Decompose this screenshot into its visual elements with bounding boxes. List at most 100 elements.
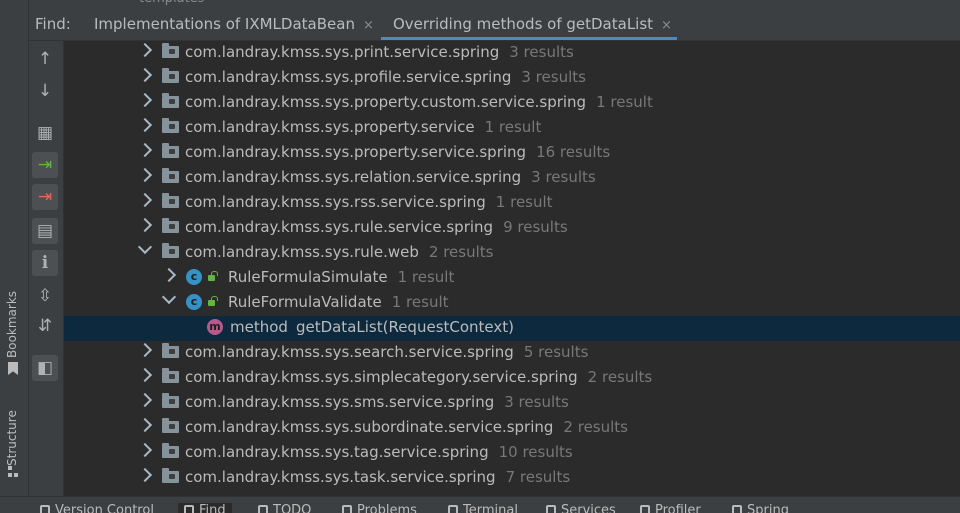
chevron-right-icon[interactable]: [137, 467, 153, 483]
method-icon: m: [207, 319, 223, 335]
info-button[interactable]: i: [32, 250, 58, 276]
package-row[interactable]: com.landray.kmss.sys.rss.service.spring 1…: [64, 191, 960, 216]
bookmark-icon[interactable]: [8, 362, 18, 375]
public-lock-icon: [208, 271, 218, 281]
chevron-right-icon[interactable]: [137, 142, 153, 158]
package-folder-icon: [162, 93, 179, 108]
chevron-right-icon[interactable]: [161, 267, 177, 283]
chevron-right-icon[interactable]: [137, 392, 153, 408]
left-tool-strip: Bookmarks Structure: [0, 0, 29, 496]
package-folder-icon: [162, 68, 179, 83]
find-label: Find:: [35, 15, 71, 33]
result-count: 2 results: [428, 243, 494, 261]
tree-item-label: com.landray.kmss.sys.property.service.sp…: [185, 143, 611, 161]
package-row[interactable]: com.landray.kmss.sys.rule.service.spring…: [64, 216, 960, 241]
result-count: 3 results: [531, 168, 596, 186]
package-row[interactable]: com.landray.kmss.sys.print.service.sprin…: [64, 41, 960, 66]
package-folder-icon: [162, 468, 179, 483]
package-folder-icon: [162, 243, 179, 258]
tree-item-label: RuleFormulaValidate 1 result: [228, 293, 449, 311]
navigate-out-button[interactable]: ⇥: [32, 184, 58, 210]
tree-item-label: com.landray.kmss.sys.relation.service.sp…: [185, 168, 596, 186]
package-folder-icon: [162, 393, 179, 408]
close-icon[interactable]: ×: [661, 18, 672, 33]
tree-item-label: com.landray.kmss.sys.profile.service.spr…: [185, 68, 586, 86]
public-lock-icon: [208, 296, 218, 306]
package-row[interactable]: com.landray.kmss.sys.tag.service.spring 1…: [64, 441, 960, 466]
chevron-right-icon[interactable]: [137, 117, 153, 133]
result-count: 2 results: [587, 368, 653, 386]
chevron-right-icon[interactable]: [137, 342, 153, 358]
chevron-down-icon[interactable]: [161, 289, 177, 305]
package-row[interactable]: com.landray.kmss.sys.property.service 1 r…: [64, 116, 960, 141]
editor-remnant: templates: [29, 0, 960, 8]
package-row[interactable]: com.landray.kmss.sys.property.service.sp…: [64, 141, 960, 166]
next-occurrence-button[interactable]: ↓: [32, 78, 58, 104]
package-row[interactable]: com.landray.kmss.sys.sms.service.spring 3…: [64, 391, 960, 416]
package-row[interactable]: com.landray.kmss.sys.property.custom.ser…: [64, 91, 960, 116]
class-row[interactable]: c RuleFormulaSimulate 1 result: [64, 266, 960, 291]
bottom-tool-bar: Version Control Find TODO Problems Terminal S…: [0, 496, 960, 513]
package-row[interactable]: com.landray.kmss.sys.rule.web 2 results: [64, 239, 960, 266]
result-count: 3 results: [504, 393, 569, 411]
chevron-right-icon[interactable]: [137, 167, 153, 183]
chevron-right-icon[interactable]: [137, 442, 153, 458]
tree-item-label: com.landray.kmss.sys.task.service.spring…: [185, 468, 571, 486]
expand-all-button[interactable]: ⇳: [32, 283, 58, 309]
tree-item-label: com.landray.kmss.sys.property.custom.ser…: [185, 93, 653, 111]
package-row[interactable]: com.landray.kmss.sys.profile.service.spr…: [64, 66, 960, 91]
result-count: 2 results: [563, 418, 628, 436]
project-tree-fragment: templates: [139, 0, 204, 6]
find-toolwindow-header: Find: Implementations of IXMLDataBean × O…: [29, 8, 960, 41]
folder-settings-icon: ▤: [36, 221, 54, 241]
tree-item-label: com.landray.kmss.sys.property.service 1 r…: [185, 118, 542, 136]
package-row[interactable]: com.landray.kmss.sys.subordinate.service…: [64, 416, 960, 441]
package-row[interactable]: com.landray.kmss.sys.search.service.spri…: [64, 341, 960, 366]
package-row[interactable]: com.landray.kmss.sys.relation.service.sp…: [64, 166, 960, 191]
method-row[interactable]: m method getDataList(RequestContext): [64, 316, 960, 341]
collapse-all-button[interactable]: ⇵: [32, 313, 58, 339]
group-icon: ▦: [36, 123, 54, 143]
tree-item-label: com.landray.kmss.sys.rss.service.spring 1…: [185, 193, 553, 211]
package-folder-icon: [162, 443, 179, 458]
navigate-in-button[interactable]: ⇥: [32, 152, 58, 178]
bookmarks-tool-tab[interactable]: Bookmarks: [5, 286, 19, 358]
chevron-right-icon[interactable]: [137, 42, 153, 58]
preview-button[interactable]: ◧: [32, 355, 58, 381]
result-count: 10 results: [498, 443, 573, 461]
package-folder-icon: [162, 218, 179, 233]
group-by-button[interactable]: ▦: [32, 120, 58, 146]
structure-tool-tab[interactable]: Structure: [5, 402, 19, 466]
close-icon[interactable]: ×: [363, 18, 374, 33]
tree-item-label: RuleFormulaSimulate 1 result: [228, 268, 455, 286]
tree-item-label: com.landray.kmss.sys.rule.web 2 results: [185, 243, 494, 261]
result-count: 1 result: [484, 118, 542, 136]
class-icon: c: [186, 269, 202, 285]
package-folder-icon: [162, 43, 179, 58]
package-folder-icon: [162, 168, 179, 183]
tree-item-label: com.landray.kmss.sys.search.service.spri…: [185, 343, 589, 361]
chevron-right-icon[interactable]: [137, 367, 153, 383]
info-icon: i: [41, 253, 49, 273]
previous-occurrence-button[interactable]: ↑: [32, 46, 58, 72]
chevron-right-icon[interactable]: [137, 217, 153, 233]
active-tab-indicator: [381, 37, 677, 40]
structure-icon[interactable]: [8, 466, 20, 478]
tab-implementations[interactable]: Implementations of IXMLDataBean ×: [94, 15, 374, 33]
group-by-directory-button[interactable]: ▤: [32, 218, 58, 244]
chevron-right-icon[interactable]: [137, 192, 153, 208]
tree-item-label: com.landray.kmss.sys.tag.service.spring 1…: [185, 443, 573, 461]
arrow-right-red-icon: ⇥: [37, 187, 53, 207]
collapse-all-icon: ⇵: [37, 316, 53, 336]
class-row[interactable]: c RuleFormulaValidate 1 result: [64, 289, 960, 316]
chevron-right-icon[interactable]: [137, 92, 153, 108]
chevron-right-icon[interactable]: [137, 417, 153, 433]
result-count: 1 result: [397, 268, 455, 286]
package-row[interactable]: com.landray.kmss.sys.simplecategory.serv…: [64, 366, 960, 391]
package-row[interactable]: com.landray.kmss.sys.task.service.spring…: [64, 466, 960, 491]
chevron-right-icon[interactable]: [137, 67, 153, 83]
package-folder-icon: [162, 418, 179, 433]
chevron-down-icon[interactable]: [137, 239, 153, 255]
tab-overriding-methods[interactable]: Overriding methods of getDataList ×: [393, 15, 672, 33]
result-count: 1 result: [495, 193, 553, 211]
